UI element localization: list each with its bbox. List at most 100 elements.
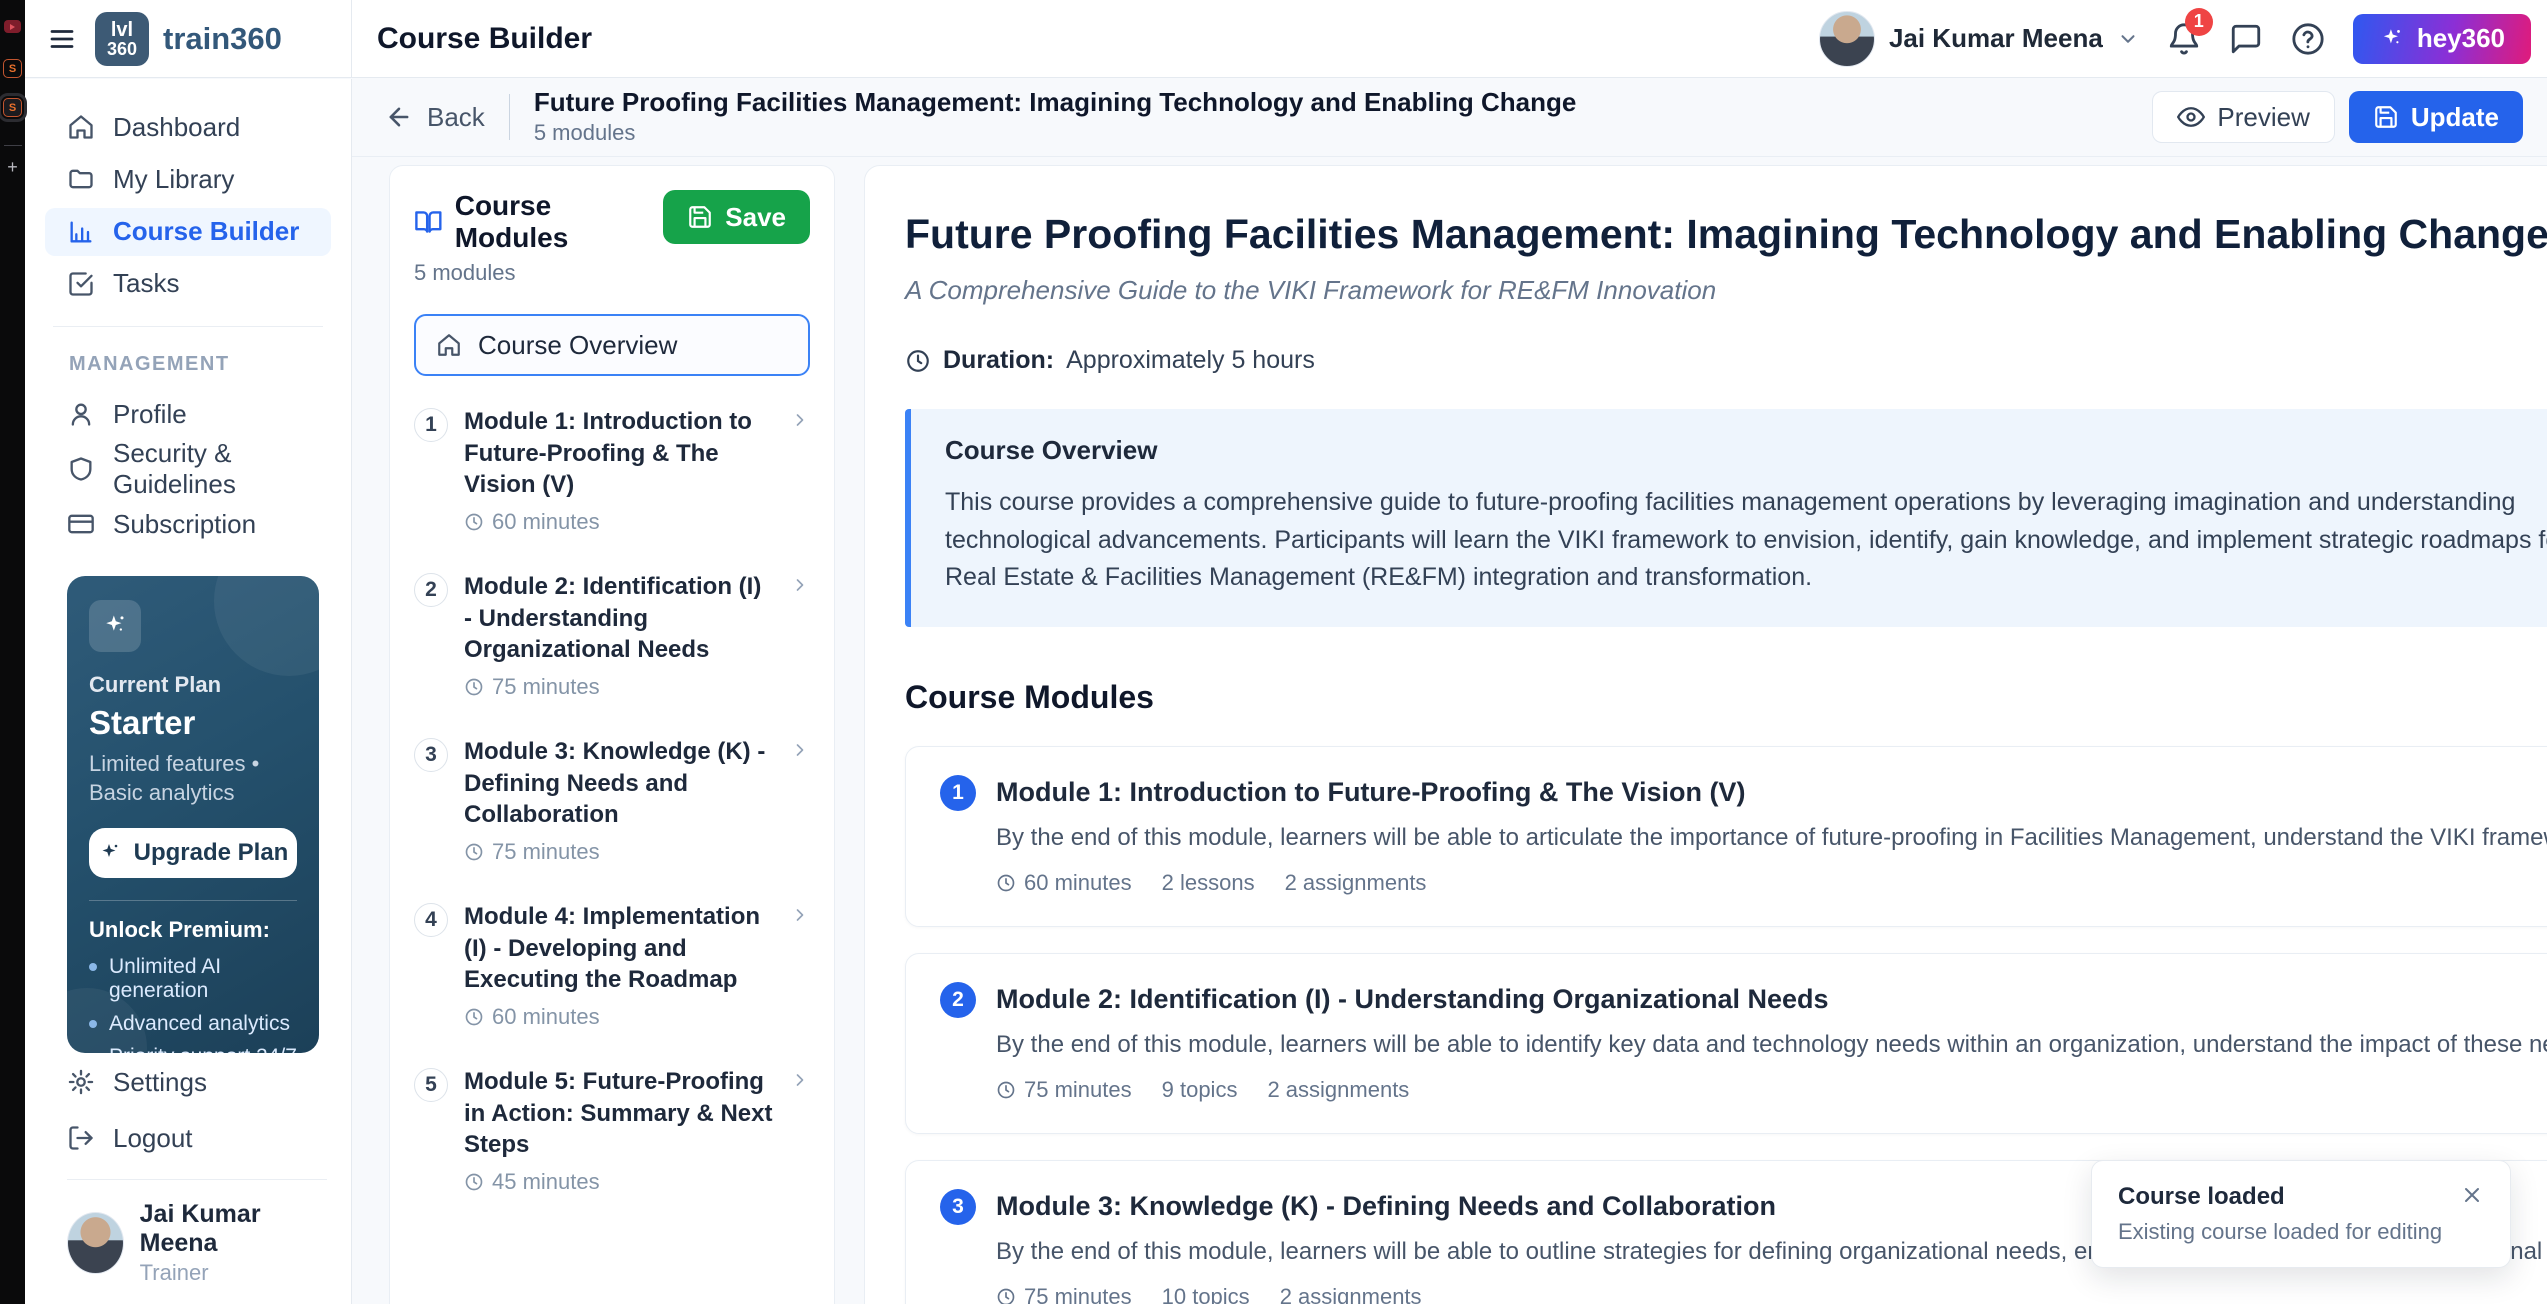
chevron-right-icon [790, 905, 810, 925]
save-label: Save [725, 202, 786, 233]
panel-module-item[interactable]: 5 Module 5: Future-Proofing in Action: S… [414, 1066, 810, 1195]
divider [509, 94, 510, 140]
upgrade-plan-button[interactable]: Upgrade Plan [89, 828, 297, 878]
course-meta: 5 modules [534, 120, 1576, 146]
panel-module-item[interactable]: 2 Module 2: Identification (I) - Underst… [414, 571, 810, 700]
user-name: Jai Kumar Meena [1889, 23, 2103, 54]
chevron-right-icon [790, 1070, 810, 1090]
module-topics: 9 topics [1162, 1077, 1238, 1103]
clock-icon [464, 677, 484, 697]
sidebar-item-profile[interactable]: Profile [45, 390, 331, 438]
module-number: 1 [414, 408, 448, 442]
panel-module-item[interactable]: 4 Module 4: Implementation (I) - Develop… [414, 901, 810, 1030]
toast-notification: Course loaded Existing course loaded for… [2091, 1160, 2511, 1268]
module-title: Module 1: Introduction to Future-Proofin… [464, 406, 774, 501]
app-logo[interactable]: lvl 360 [95, 12, 149, 66]
course-main-title: Future Proofing Facilities Management: I… [905, 210, 2547, 259]
app-tab-icon-active[interactable]: S [3, 98, 22, 117]
sidebar-user[interactable]: Jai Kumar Meena Trainer [67, 1179, 327, 1286]
notification-badge: 1 [2185, 8, 2213, 36]
premium-bullet: Unlimited AI generation [89, 955, 297, 1003]
notifications-button[interactable]: 1 [2167, 22, 2201, 56]
sidebar-item-label: My Library [113, 164, 234, 195]
clock-icon [996, 1080, 1016, 1100]
back-button[interactable]: Back [385, 102, 485, 133]
duration-value: Approximately 5 hours [1066, 346, 1315, 375]
course-detail-card: Future Proofing Facilities Management: I… [864, 165, 2547, 1304]
module-card-2[interactable]: 2 Module 2: Identification (I) - Underst… [905, 953, 2547, 1134]
user-name: Jai Kumar Meena [140, 1200, 327, 1258]
module-card-1[interactable]: 1 Module 1: Introduction to Future-Proof… [905, 746, 2547, 927]
close-icon[interactable] [2460, 1183, 2484, 1207]
plan-description: Limited features • Basic analytics [89, 750, 297, 807]
save-button[interactable]: Save [663, 190, 810, 244]
toast-title: Course loaded [2118, 1183, 2442, 1211]
new-tab-icon[interactable]: + [7, 158, 18, 176]
sidebar-item-tasks[interactable]: Tasks [45, 260, 331, 308]
duration-row: Duration: Approximately 5 hours [905, 346, 2547, 375]
hey360-button[interactable]: hey360 [2353, 14, 2531, 64]
sidebar-item-logout[interactable]: Logout [45, 1111, 331, 1165]
messages-button[interactable] [2229, 22, 2263, 56]
decor-circle [214, 576, 319, 676]
sidebar-item-my-library[interactable]: My Library [45, 155, 331, 203]
panel-title: Course Modules [455, 190, 664, 254]
module-number: 3 [414, 738, 448, 772]
course-overview-callout: Course Overview This course provides a c… [905, 409, 2547, 627]
eye-icon [2177, 103, 2205, 131]
module-meta: 60 minutes 2 lessons 2 assignments [996, 870, 2547, 896]
app-tab-icon[interactable]: S [3, 59, 22, 78]
module-description: By the end of this module, learners will… [996, 1031, 2547, 1059]
user-menu[interactable]: Jai Kumar Meena [1819, 11, 2139, 67]
preview-label: Preview [2217, 102, 2309, 133]
plan-name: Starter [89, 704, 297, 742]
sidebar-item-dashboard[interactable]: Dashboard [45, 103, 331, 151]
sparkle-icon [89, 600, 141, 652]
back-label: Back [427, 102, 485, 133]
home-icon [436, 332, 462, 358]
module-title: Module 4: Implementation (I) - Developin… [464, 901, 774, 996]
sidebar-footer: Settings Logout Jai Kumar Meena Trainer [25, 1053, 351, 1286]
sidebar-item-course-builder[interactable]: Course Builder [45, 208, 331, 256]
sparkle-icon [2379, 26, 2405, 52]
panel-module-item[interactable]: 1 Module 1: Introduction to Future-Proof… [414, 406, 810, 535]
module-description: By the end of this module, learners will… [996, 824, 2547, 852]
help-button[interactable] [2291, 22, 2325, 56]
folder-icon [67, 165, 95, 193]
sidebar-item-settings[interactable]: Settings [45, 1055, 331, 1109]
browser-tab-rail: S S + [0, 0, 25, 1304]
sidebar-item-label: Course Builder [113, 216, 299, 247]
clock-icon [464, 1172, 484, 1192]
shield-icon [67, 455, 95, 483]
panel-module-item[interactable]: 3 Module 3: Knowledge (K) - Defining Nee… [414, 736, 810, 865]
module-title: Module 1: Introduction to Future-Proofin… [996, 777, 2547, 808]
modules-heading: Course Modules [905, 679, 2547, 716]
course-actions: Preview Update [2152, 91, 2523, 143]
course-overview-item[interactable]: Course Overview [414, 314, 810, 376]
content-area: Course Modules 5 modules Save Course Ove… [25, 157, 2547, 1304]
module-title: Module 2: Identification (I) - Understan… [464, 571, 774, 666]
plan-card: Current Plan Starter Limited features • … [67, 576, 319, 1053]
chevron-right-icon [790, 575, 810, 595]
sidebar-item-security[interactable]: Security & Guidelines [45, 442, 331, 496]
module-title: Module 3: Knowledge (K) - Defining Needs… [464, 736, 774, 831]
chevron-right-icon [790, 740, 810, 760]
clock-icon [996, 873, 1016, 893]
update-label: Update [2411, 102, 2499, 133]
sidebar-item-label: Logout [113, 1123, 193, 1154]
divider [89, 900, 297, 901]
module-meta: 75 minutes 10 topics 2 assignments [996, 1284, 2547, 1304]
management-section-label: MANAGEMENT [69, 353, 351, 376]
youtube-tab-icon[interactable] [4, 20, 21, 33]
sidebar-item-subscription[interactable]: Subscription [45, 500, 331, 548]
panel-title-row: Course Modules [414, 190, 663, 254]
update-button[interactable]: Update [2349, 91, 2523, 143]
course-header-bar: Back Future Proofing Facilities Manageme… [25, 78, 2547, 157]
clock-icon [464, 842, 484, 862]
preview-button[interactable]: Preview [2152, 91, 2334, 143]
save-icon [687, 204, 713, 230]
upgrade-plan-label: Upgrade Plan [134, 839, 289, 867]
brand-name: train360 [163, 21, 282, 57]
menu-icon[interactable] [47, 24, 77, 54]
page-title: Course Builder [377, 22, 592, 56]
